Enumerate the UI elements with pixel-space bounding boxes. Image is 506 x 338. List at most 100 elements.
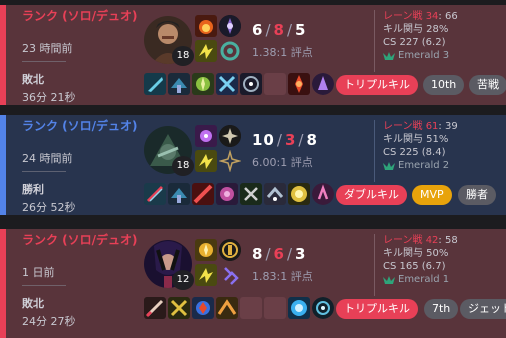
empty-item-slot — [264, 297, 286, 319]
match-result: 敗北 — [22, 297, 44, 310]
item-icon[interactable] — [288, 297, 310, 319]
emerald-tier-icon — [383, 52, 395, 60]
tag-badge: ジェット — [460, 299, 506, 319]
kda-ratio: 1.38:1 評点 — [252, 46, 313, 59]
lane-score: レーン戦 61: 39 — [383, 121, 458, 132]
champion-level: 18 — [172, 156, 194, 176]
time-ago: 23 時間前 — [22, 42, 73, 55]
deaths: 6 — [273, 245, 285, 263]
queue-type: ランク (ソロ/デュオ) — [22, 9, 138, 23]
deaths: 8 — [273, 21, 285, 39]
champion-level: 12 — [172, 270, 194, 290]
match-history-list: ランク (ソロ/デュオ) 23 時間前 敗北 36分 21秒 18 6/8/5 … — [0, 0, 506, 338]
item-icon[interactable] — [192, 183, 214, 205]
item-icon[interactable] — [240, 183, 262, 205]
stats-panel: レーン戦 42: 58 キル関与 50% CS 165 (6.7) Emeral… — [374, 234, 504, 296]
match-result: 敗北 — [22, 73, 44, 86]
kda-score: 6/8/5 — [252, 21, 307, 39]
rune-icon[interactable] — [219, 150, 241, 172]
summoner-spell-icon[interactable] — [195, 15, 217, 37]
kills: 10 — [252, 131, 275, 149]
item-icon[interactable] — [288, 73, 310, 95]
ward-trinket-icon[interactable] — [312, 297, 334, 319]
kill-participation: キル関与 51% — [383, 134, 449, 145]
placement-badge: 7th — [424, 299, 459, 319]
kill-participation: キル関与 50% — [383, 248, 449, 259]
rune-icon[interactable] — [219, 15, 241, 37]
emerald-tier-icon — [383, 162, 395, 170]
match-duration: 24分 27秒 — [22, 315, 76, 328]
match-duration: 26分 52秒 — [22, 201, 76, 214]
deaths: 3 — [284, 131, 297, 149]
creep-score: CS 165 (6.7) — [383, 261, 446, 272]
rune-icon[interactable] — [219, 40, 241, 62]
item-icon[interactable] — [216, 183, 238, 205]
ward-trinket-icon[interactable] — [312, 183, 334, 205]
match-card[interactable]: ランク (ソロ/デュオ) 1 日前 敗北 24分 27秒 12 8/6/3 1.… — [0, 229, 506, 338]
empty-item-slot — [264, 73, 286, 95]
lane-score: レーン戦 34: 66 — [383, 11, 458, 22]
average-tier: Emerald 1 — [383, 273, 504, 286]
item-icon[interactable] — [216, 73, 238, 95]
mvp-badge: MVP — [412, 185, 452, 205]
kda-ratio: 1.83:1 評点 — [252, 270, 313, 283]
item-icon[interactable] — [168, 297, 190, 319]
champion-level: 18 — [172, 46, 194, 66]
kills: 6 — [252, 21, 264, 39]
summoner-spell-icon[interactable] — [195, 150, 217, 172]
item-icon[interactable] — [144, 183, 166, 205]
time-ago: 24 時間前 — [22, 152, 73, 165]
assists: 8 — [306, 131, 318, 149]
item-icon[interactable] — [168, 73, 190, 95]
stats-panel: レーン戦 61: 39 キル関与 51% CS 225 (8.4) Emeral… — [374, 120, 504, 182]
average-tier: Emerald 3 — [383, 49, 504, 62]
item-icon[interactable] — [264, 183, 286, 205]
average-tier: Emerald 2 — [383, 159, 504, 172]
summoner-spell-icon[interactable] — [195, 125, 217, 147]
summoner-spell-icon[interactable] — [195, 239, 217, 261]
time-ago: 1 日前 — [22, 266, 55, 279]
placement-badge: 10th — [423, 75, 465, 95]
rune-icon[interactable] — [219, 239, 241, 261]
item-icon[interactable] — [144, 73, 166, 95]
assists: 3 — [295, 245, 307, 263]
item-icon[interactable] — [168, 183, 190, 205]
empty-item-slot — [240, 297, 262, 319]
item-icon[interactable] — [144, 297, 166, 319]
tag-badge: 勝者 — [458, 185, 496, 205]
multikill-badge: トリプルキル — [336, 75, 418, 95]
kda-ratio: 6.00:1 評点 — [252, 156, 313, 169]
lane-score: レーン戦 42: 58 — [383, 235, 458, 246]
item-icon[interactable] — [288, 183, 310, 205]
kills: 8 — [252, 245, 264, 263]
kill-participation: キル関与 28% — [383, 24, 449, 35]
summoner-spell-icon[interactable] — [195, 40, 217, 62]
multikill-badge: ダブルキル — [336, 185, 407, 205]
multikill-badge: トリプルキル — [336, 299, 418, 319]
kda-score: 8/6/3 — [252, 245, 307, 263]
item-icon[interactable] — [192, 73, 214, 95]
tag-badge: 苦戦 — [469, 75, 506, 95]
stats-panel: レーン戦 34: 66 キル関与 28% CS 227 (6.2) Emeral… — [374, 10, 504, 72]
queue-type: ランク (ソロ/デュオ) — [22, 233, 138, 247]
queue-type: ランク (ソロ/デュオ) — [22, 119, 138, 133]
divider — [22, 61, 66, 62]
creep-score: CS 225 (8.4) — [383, 147, 446, 158]
match-duration: 36分 21秒 — [22, 91, 76, 104]
item-icon[interactable] — [216, 297, 238, 319]
creep-score: CS 227 (6.2) — [383, 37, 446, 48]
match-card[interactable]: ランク (ソロ/デュオ) 23 時間前 敗北 36分 21秒 18 6/8/5 … — [0, 5, 506, 105]
match-card[interactable]: ランク (ソロ/デュオ) 24 時間前 勝利 26分 52秒 18 10/3/8… — [0, 115, 506, 215]
rune-icon[interactable] — [219, 264, 241, 286]
rune-icon[interactable] — [219, 125, 241, 147]
kda-score: 10/3/8 — [252, 131, 318, 149]
ward-trinket-icon[interactable] — [312, 73, 334, 95]
item-icon[interactable] — [240, 73, 262, 95]
assists: 5 — [295, 21, 307, 39]
summoner-spell-icon[interactable] — [195, 264, 217, 286]
match-result: 勝利 — [22, 183, 44, 196]
divider — [22, 285, 66, 286]
item-icon[interactable] — [192, 297, 214, 319]
emerald-tier-icon — [383, 276, 395, 284]
divider — [22, 171, 66, 172]
